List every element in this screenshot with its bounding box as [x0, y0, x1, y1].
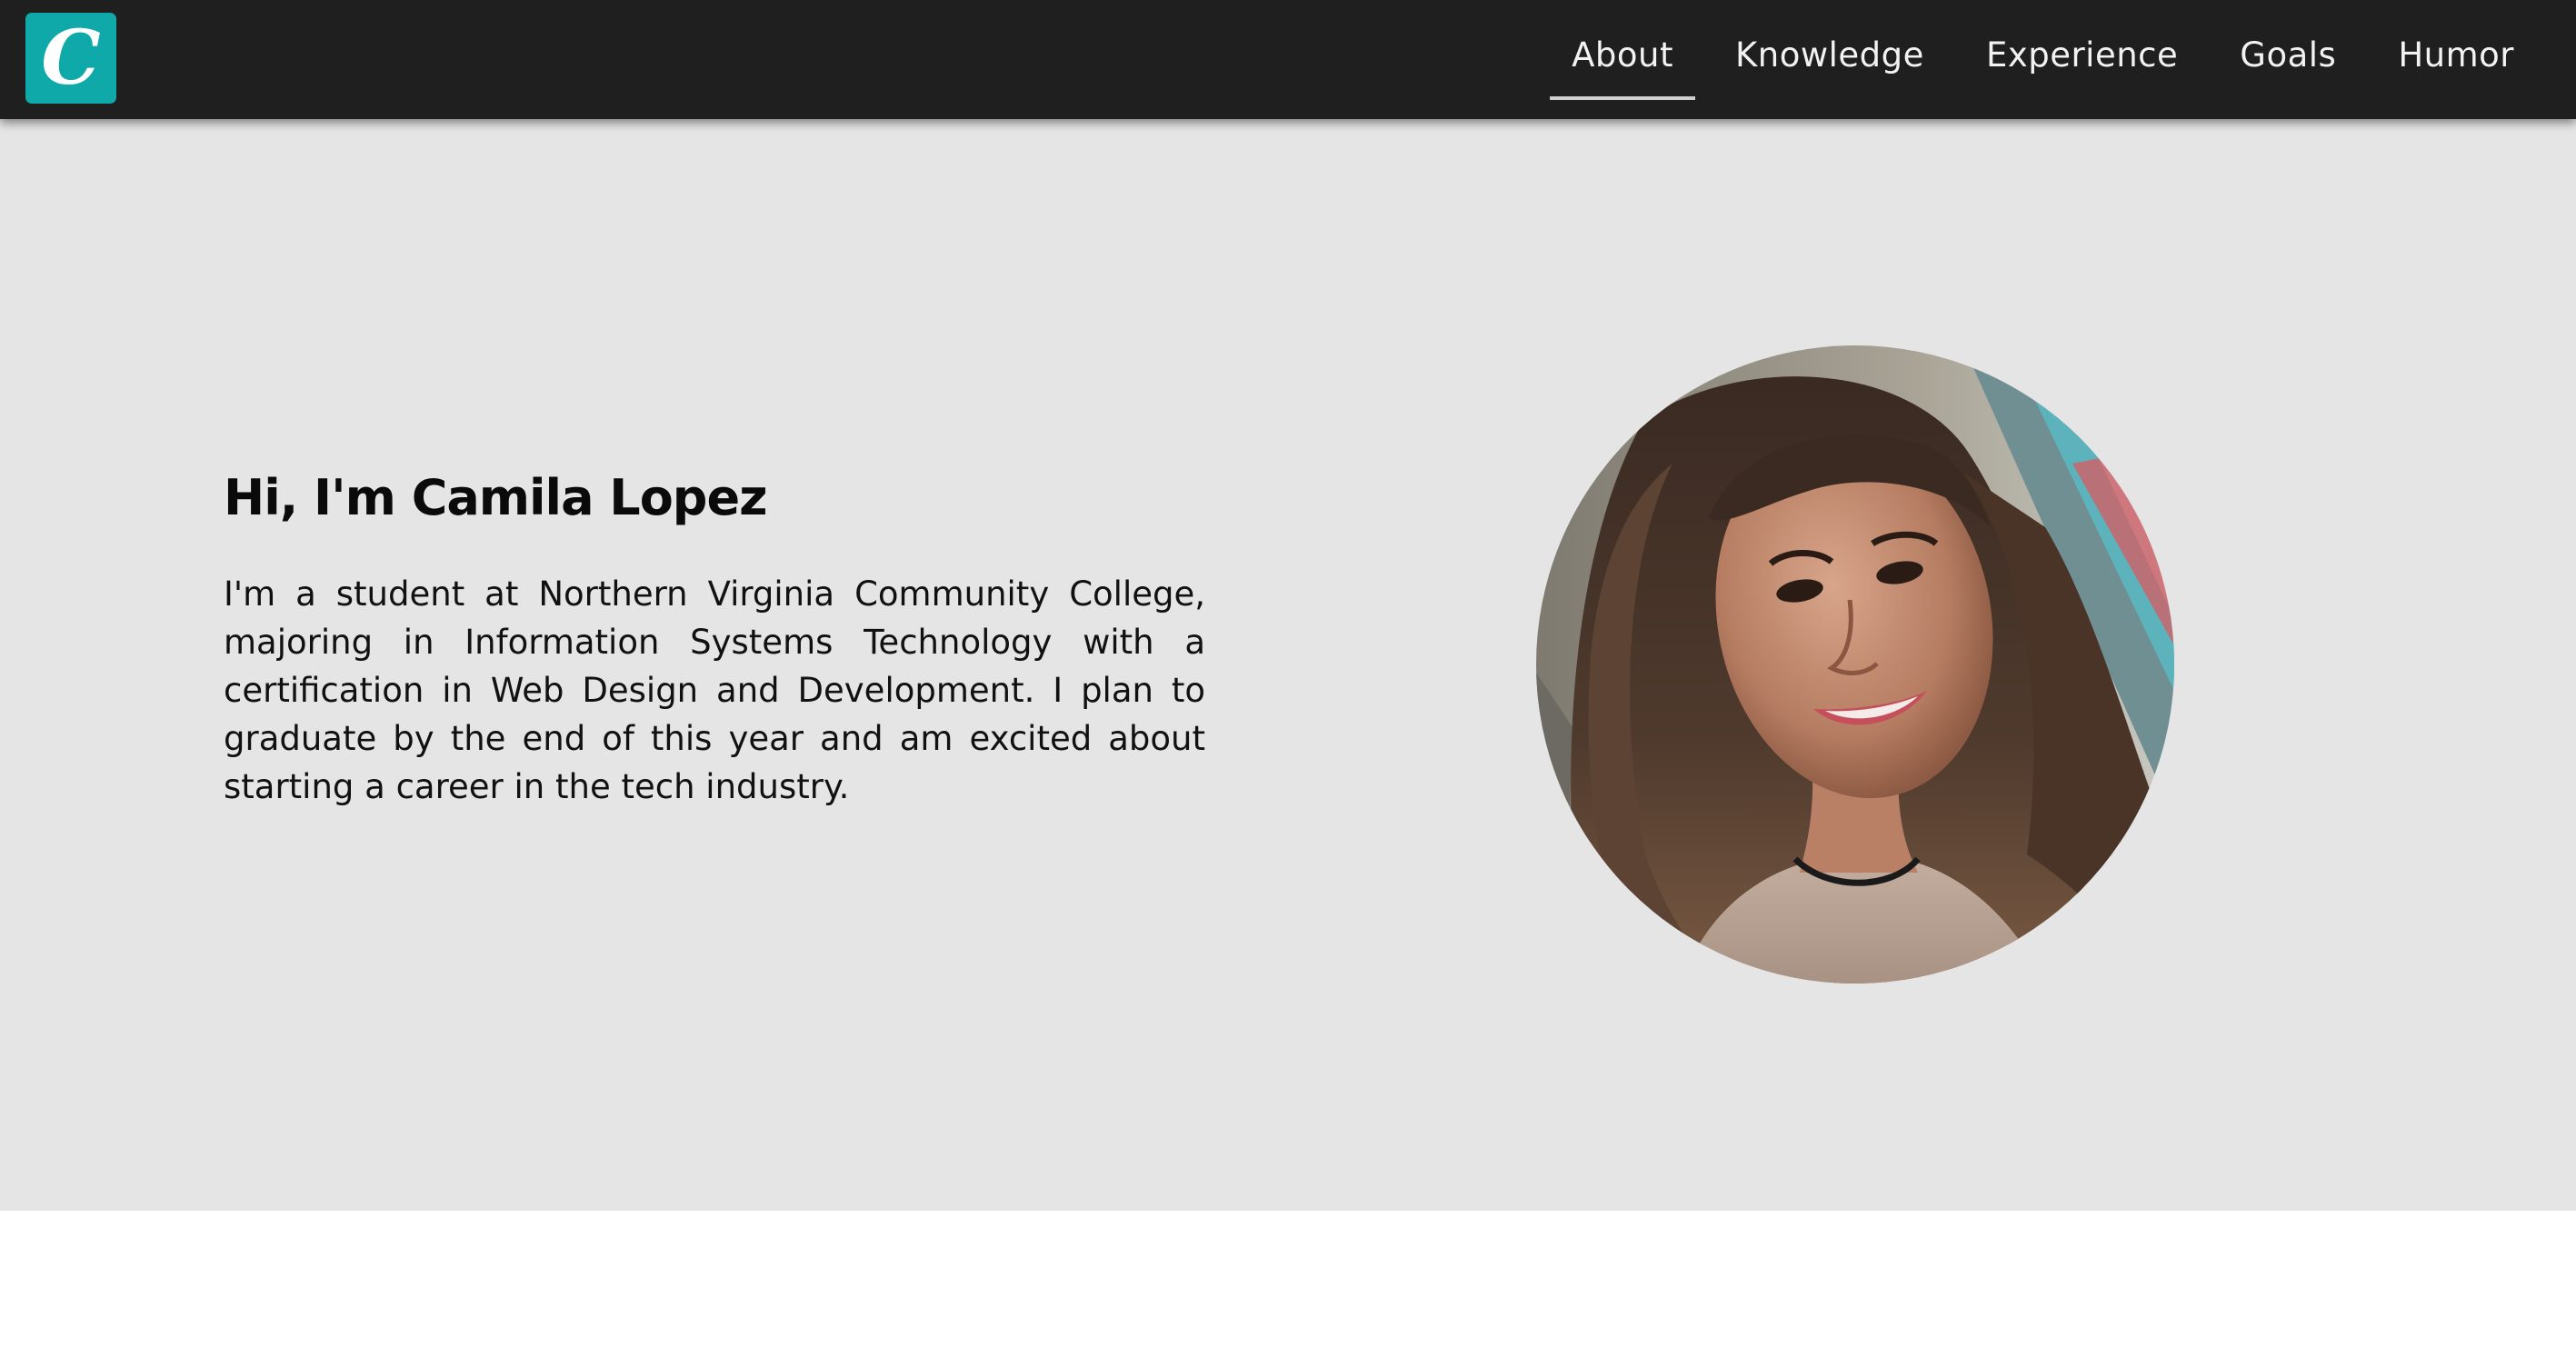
nav-link-experience[interactable]: Experience: [1964, 26, 2200, 84]
about-hero-section: Hi, I'm Camila Lopez I'm a student at No…: [0, 119, 2576, 1211]
nav-link-humor[interactable]: Humor: [2376, 26, 2536, 84]
nav-link-about[interactable]: About: [1550, 26, 1695, 100]
nav-link-knowledge[interactable]: Knowledge: [1713, 26, 1946, 84]
top-navbar: C About Knowledge Experience Goals Humor: [0, 0, 2576, 119]
site-logo[interactable]: C: [25, 13, 116, 104]
hero-heading: Hi, I'm Camila Lopez: [224, 469, 768, 526]
main-nav: About Knowledge Experience Goals Humor: [1532, 0, 2536, 109]
intro-paragraph: I'm a student at Northern Virginia Commu…: [224, 574, 1205, 806]
intro-block: Hi, I'm Camila Lopez I'm a student at No…: [224, 469, 1205, 811]
profile-photo: [1536, 345, 2174, 984]
nav-link-goals[interactable]: Goals: [2218, 26, 2358, 84]
